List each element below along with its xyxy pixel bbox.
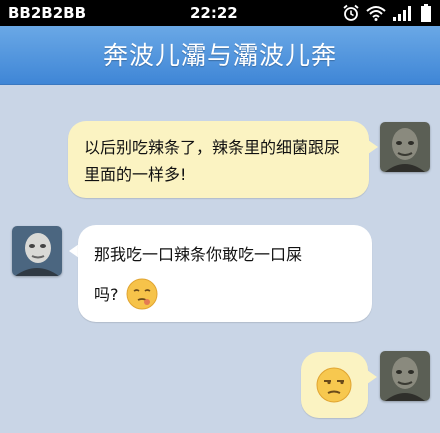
message-text-line1: 那我吃一口辣条你敢吃一口屎 bbox=[94, 245, 303, 264]
message-bubble-right-emoji[interactable] bbox=[301, 352, 368, 418]
status-bar: BB2B2BB 22:22 bbox=[0, 0, 440, 26]
wifi-icon bbox=[366, 6, 386, 21]
bubble-tail bbox=[367, 370, 377, 384]
chat-header: 奔波儿灞与灞波儿奔 bbox=[0, 26, 440, 85]
status-time: 22:22 bbox=[190, 4, 238, 22]
alarm-icon bbox=[343, 4, 359, 21]
signal-icon bbox=[393, 6, 411, 21]
avatar-left-contact[interactable] bbox=[12, 226, 62, 276]
avatar-right-contact[interactable] bbox=[380, 122, 430, 172]
carrier-label: BB2B2BB bbox=[8, 4, 87, 22]
bubble-tail bbox=[368, 140, 378, 154]
unamused-face-emoji bbox=[316, 367, 352, 403]
chat-title: 奔波儿灞与灞波儿奔 bbox=[102, 41, 337, 70]
message-bubble-left[interactable]: 那我吃一口辣条你敢吃一口屎 吗? bbox=[78, 225, 372, 322]
pensive-face-emoji bbox=[126, 278, 157, 310]
message-text-line2: 吗? bbox=[94, 284, 119, 304]
avatar-right-contact[interactable] bbox=[380, 351, 430, 401]
message-bubble-right[interactable]: 以后别吃辣条了，辣条里的细菌跟尿里面的一样多! bbox=[68, 121, 369, 198]
message-text: 以后别吃辣条了，辣条里的细菌跟尿里面的一样多! bbox=[84, 138, 341, 184]
battery-icon bbox=[421, 4, 431, 22]
status-icons bbox=[342, 4, 432, 22]
